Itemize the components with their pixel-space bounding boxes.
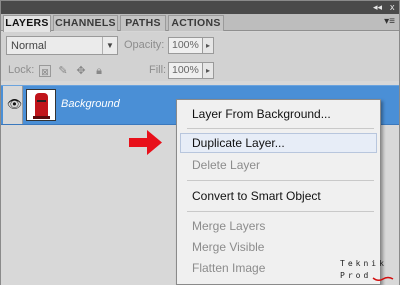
menu-item-duplicate-layer[interactable]: Duplicate Layer... (180, 133, 377, 153)
menu-separator (187, 128, 374, 129)
fill-arrow-icon[interactable]: ▸ (202, 62, 214, 79)
lock-row: Lock: ⊠ ✎ ✥ 🔒︎ Fill: 100% ▸ (1, 57, 399, 81)
lock-move-icon[interactable]: ✥ (75, 65, 87, 77)
eye-icon: 👁︎ (7, 97, 23, 111)
menu-item-merge-layers: Merge Layers (192, 219, 266, 233)
close-button[interactable]: x (390, 2, 395, 13)
menu-item-convert-to-smart-object[interactable]: Convert to Smart Object (177, 186, 380, 206)
tab-channels[interactable]: CHANNELS (53, 15, 118, 31)
tab-actions[interactable]: ACTIONS (168, 15, 224, 31)
collapse-button[interactable]: ◂◂ (373, 2, 382, 13)
menu-item-layer-from-background[interactable]: Layer From Background... (177, 104, 380, 124)
opacity-label: Opacity: (124, 39, 165, 51)
fill-label: Fill: (149, 64, 167, 76)
visibility-toggle[interactable]: 👁︎ (3, 86, 23, 124)
blend-mode-select[interactable]: Normal ▼ (6, 36, 118, 55)
menu-separator (187, 180, 374, 181)
layer-name: Background (61, 98, 120, 110)
fill-input[interactable]: 100% (168, 62, 203, 79)
chevron-down-icon: ▼ (102, 37, 117, 54)
underline-mark (372, 276, 394, 282)
tab-paths[interactable]: PATHS (120, 15, 166, 31)
red-postbox-thumbnail (26, 89, 56, 121)
tab-layers[interactable]: LAYERS (3, 15, 51, 32)
opacity-input[interactable]: 100% (168, 37, 203, 54)
watermark-line-1: Teknik (340, 259, 387, 268)
panel-title-bar: ◂◂ x (1, 1, 399, 14)
blend-row: Normal ▼ Opacity: 100% ▸ (1, 32, 399, 60)
menu-item-merge-visible: Merge Visible (192, 240, 265, 254)
lock-label: Lock: (8, 64, 35, 76)
lock-brush-icon[interactable]: ✎ (57, 65, 69, 77)
panel-menu-icon[interactable]: ▾≡ (384, 16, 395, 27)
opacity-arrow-icon[interactable]: ▸ (202, 37, 214, 54)
menu-separator (187, 211, 374, 212)
lock-transparent-icon[interactable]: ⊠ (39, 65, 51, 77)
blend-mode-value: Normal (11, 40, 47, 52)
red-arrow-icon (129, 130, 162, 155)
panel-tabs: LAYERS CHANNELS PATHS ACTIONS ▾≡ (1, 14, 399, 32)
menu-item-delete-layer: Delete Layer (192, 158, 261, 172)
lock-all-icon[interactable]: 🔒︎ (93, 65, 105, 77)
